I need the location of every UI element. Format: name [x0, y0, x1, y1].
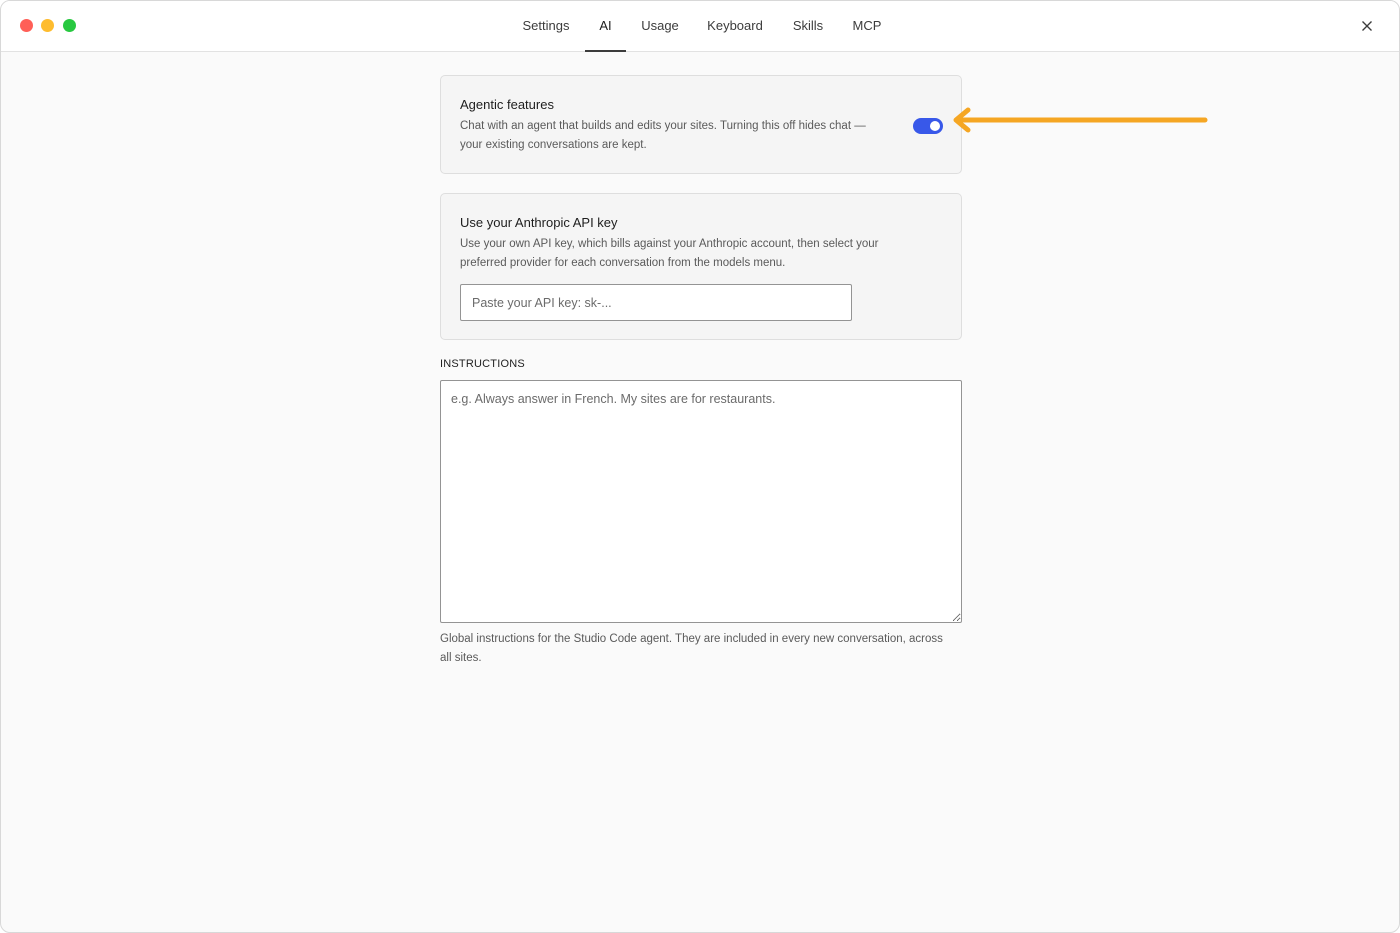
instructions-help-text: Global instructions for the Studio Code …: [440, 630, 965, 668]
agentic-features-toggle[interactable]: [913, 118, 943, 134]
tab-ai[interactable]: AI: [585, 1, 626, 52]
settings-window: Settings AI Usage Keyboard Skills MCP Ag…: [0, 0, 1400, 933]
api-key-title: Use your Anthropic API key: [460, 215, 618, 230]
settings-tabs: Settings AI Usage Keyboard Skills MCP: [1, 1, 1399, 52]
arrow-left-icon: [946, 105, 1211, 135]
tab-mcp[interactable]: MCP: [846, 1, 888, 51]
toggle-knob: [930, 121, 940, 131]
api-key-description-line-2: preferred provider for each conversation…: [460, 257, 786, 269]
tab-usage[interactable]: Usage: [635, 1, 685, 51]
agentic-features-card: Agentic features Chat with an agent that…: [440, 75, 962, 174]
agentic-features-title: Agentic features: [460, 97, 554, 112]
api-key-description-line-1: Use your own API key, which bills agains…: [460, 238, 879, 250]
help-text-line-1: Global instructions for the Studio Code …: [440, 633, 943, 645]
title-bar: Settings AI Usage Keyboard Skills MCP: [1, 1, 1399, 52]
instructions-label: INSTRUCTIONS: [440, 358, 525, 370]
close-icon[interactable]: [1357, 16, 1377, 36]
api-key-card: Use your Anthropic API key Use your own …: [440, 193, 962, 340]
agentic-description-line-2: your existing conversations are kept.: [460, 139, 647, 151]
instructions-textarea[interactable]: [440, 380, 962, 623]
agentic-description-line-1: Chat with an agent that builds and edits…: [460, 120, 866, 132]
tab-settings[interactable]: Settings: [515, 1, 577, 51]
tab-keyboard[interactable]: Keyboard: [701, 1, 769, 51]
tab-skills[interactable]: Skills: [786, 1, 830, 51]
help-text-line-2: all sites.: [440, 652, 482, 664]
agentic-features-description: Chat with an agent that builds and edits…: [460, 117, 866, 155]
api-key-input[interactable]: [460, 284, 852, 321]
api-key-description: Use your own API key, which bills agains…: [460, 235, 878, 273]
